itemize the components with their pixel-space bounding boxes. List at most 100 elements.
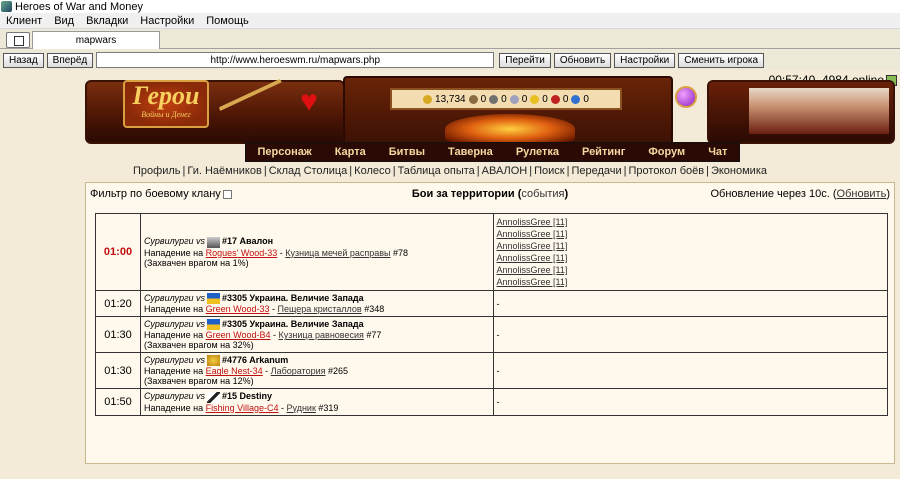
battle-sides: Сурвилурги vs #15 Destiny [144,391,490,403]
vs-label: vs [196,293,206,303]
resource-value: 0 [480,93,487,105]
defender-player-link[interactable]: AnnolissGree [11] [497,276,884,288]
vs-label: vs [196,391,206,402]
main-nav-item[interactable]: Битвы [389,146,425,158]
battle-info: Сурвилурги vs #15 Destiny Нападение на Fis… [139,388,494,416]
refresh-button[interactable]: Обновить [553,52,612,68]
battle-row: 01:00 Сурвилурги vs #17 Авалон Нападение на… [95,213,889,291]
defenders-cell: - [492,388,889,416]
main-nav-item[interactable]: Таверна [448,146,493,158]
events-link[interactable]: события [521,188,564,200]
header-right-frame [707,80,895,144]
attack-prefix: Нападение на [143,247,204,258]
menu-view[interactable]: Вид [48,15,80,27]
go-button[interactable]: Перейти [499,52,551,68]
building-link[interactable]: Лаборатория [271,366,326,376]
sub-nav-item[interactable]: Колесо [353,165,392,177]
menu-settings[interactable]: Настройки [134,15,200,27]
battle-time: 01:00 [95,213,141,291]
main-nav-item[interactable]: Чат [708,146,727,158]
url-input[interactable] [96,52,495,68]
no-defenders: - [496,298,500,309]
tab-mapwars[interactable]: mapwars [32,31,160,49]
battle-row: 01:30 Сурвилурги vs #4776 Arkanum Нападение… [95,352,889,390]
refresh-link[interactable]: Обновить [837,188,887,200]
defender-player-link[interactable]: AnnolissGree [11] [497,240,884,252]
defender-clan-link[interactable]: #15 Destiny [222,391,272,401]
new-tab-icon[interactable] [6,32,30,48]
building-number: #77 [366,330,382,341]
sub-nav-item[interactable]: АВАЛОН [481,165,529,177]
defender-player-link[interactable]: AnnolissGree [11] [497,216,884,228]
game-logo[interactable]: Герои Войны и Денег [123,80,209,128]
battle-info: Сурвилурги vs #4776 Arkanum Нападение на E… [139,352,494,390]
window-title: Heroes of War and Money [15,0,143,13]
defender-player-link[interactable]: AnnolissGree [11] [497,252,884,264]
sub-nav-item[interactable]: Протокол боёв [628,165,706,177]
building-number: #78 [393,247,409,258]
building-link[interactable]: Кузница мечей расправы [285,248,390,258]
main-nav-item[interactable]: Форум [648,146,685,158]
location-link[interactable]: Eagle Nest-34 [206,366,263,376]
sub-nav-item[interactable]: Ги. Наёмников [186,165,262,177]
gold-icon [423,94,433,104]
attack-prefix: Нападение на [143,330,204,341]
attack-prefix: Нападение на [143,304,204,315]
vs-label: vs [196,355,206,366]
arkanum-clan-icon [207,355,221,367]
tab-bar: mapwars [0,29,900,49]
main-nav-item[interactable]: Рулетка [516,146,559,158]
defender-clan-link[interactable]: #3305 Украина. Величие Запада [222,319,364,329]
attack-target: Нападение на Rogues' Wood-33 - Кузница м… [143,247,409,258]
location-link[interactable]: Fishing Village-C4 [206,403,279,413]
capture-progress: (Захвачен врагом на 12%) [143,376,254,387]
defender-clan-link[interactable]: #3305 Украина. Величие Запада [222,293,364,303]
attack-prefix: Нападение на [143,402,204,413]
building-link[interactable]: Рудник [287,403,316,413]
settings-button[interactable]: Настройки [614,52,676,68]
refresh-suffix: ) [886,188,890,200]
location-link[interactable]: Green Wood-B4 [206,330,271,340]
location-link[interactable]: Green Wood-33 [206,304,270,314]
defenders-cell: - [492,316,889,354]
mercury-icon [509,94,519,104]
resource-bar: 13,734 0 0 0 0 0 0 [390,88,622,110]
sulfur-icon [530,94,540,104]
ukraine-clan-icon [207,319,221,331]
defender-clan-link[interactable]: #17 Авалон [222,236,273,246]
defender-clan-link[interactable]: #4776 Arkanum [222,355,288,365]
menu-tabs[interactable]: Вкладки [80,15,134,27]
back-button[interactable]: Назад [3,52,44,68]
forward-button[interactable]: Вперёд [46,52,94,68]
battle-sides: Сурвилурги vs #3305 Украина. Величие Запа… [144,319,490,331]
sub-nav-item[interactable]: Экономика [710,165,768,177]
ukraine-clan-icon [207,293,221,305]
main-nav-item[interactable]: Карта [335,146,366,158]
defender-player-link[interactable]: AnnolissGree [11] [497,264,884,276]
building-link[interactable]: Кузница равновесия [279,330,364,340]
health-heart-icon: ♥ [300,85,318,118]
attacker-clan: Сурвилурги [143,236,194,247]
main-nav-item[interactable]: Рейтинг [582,146,625,158]
location-link[interactable]: Rogues' Wood-33 [206,248,278,258]
defender-player-link[interactable]: AnnolissGree [11] [497,228,884,240]
resource-value: 0 [562,93,569,105]
sub-nav-item[interactable]: Поиск [533,165,565,177]
attack-target: Нападение на Green Wood-B4 - Кузница рав… [143,330,382,341]
logo-title: Герои [132,81,200,110]
sub-nav-item[interactable]: Таблица опыта [397,165,476,177]
menu-help[interactable]: Помощь [200,15,255,27]
sub-nav-item[interactable]: Профиль [132,165,182,177]
castle-landscape-image [749,88,889,134]
building-link[interactable]: Пещера кристаллов [278,304,362,314]
sub-nav-item[interactable]: Склад Столица [268,165,349,177]
battle-row: 01:50 Сурвилурги vs #15 Destiny Нападение н… [95,388,889,416]
ore-icon [489,94,499,104]
resource-value: 0 [501,93,507,105]
menu-client[interactable]: Клиент [0,15,48,27]
main-nav-item[interactable]: Персонаж [258,146,312,158]
sub-nav-item[interactable]: Передачи [570,165,622,177]
switch-player-button[interactable]: Сменить игрока [678,52,765,68]
game-page: 00:57:40, 4984 online Герои Войны и Дене… [0,70,900,479]
sub-navigation: Профиль | Ги. Наёмников | Склад Столица | Коле… [0,165,900,177]
